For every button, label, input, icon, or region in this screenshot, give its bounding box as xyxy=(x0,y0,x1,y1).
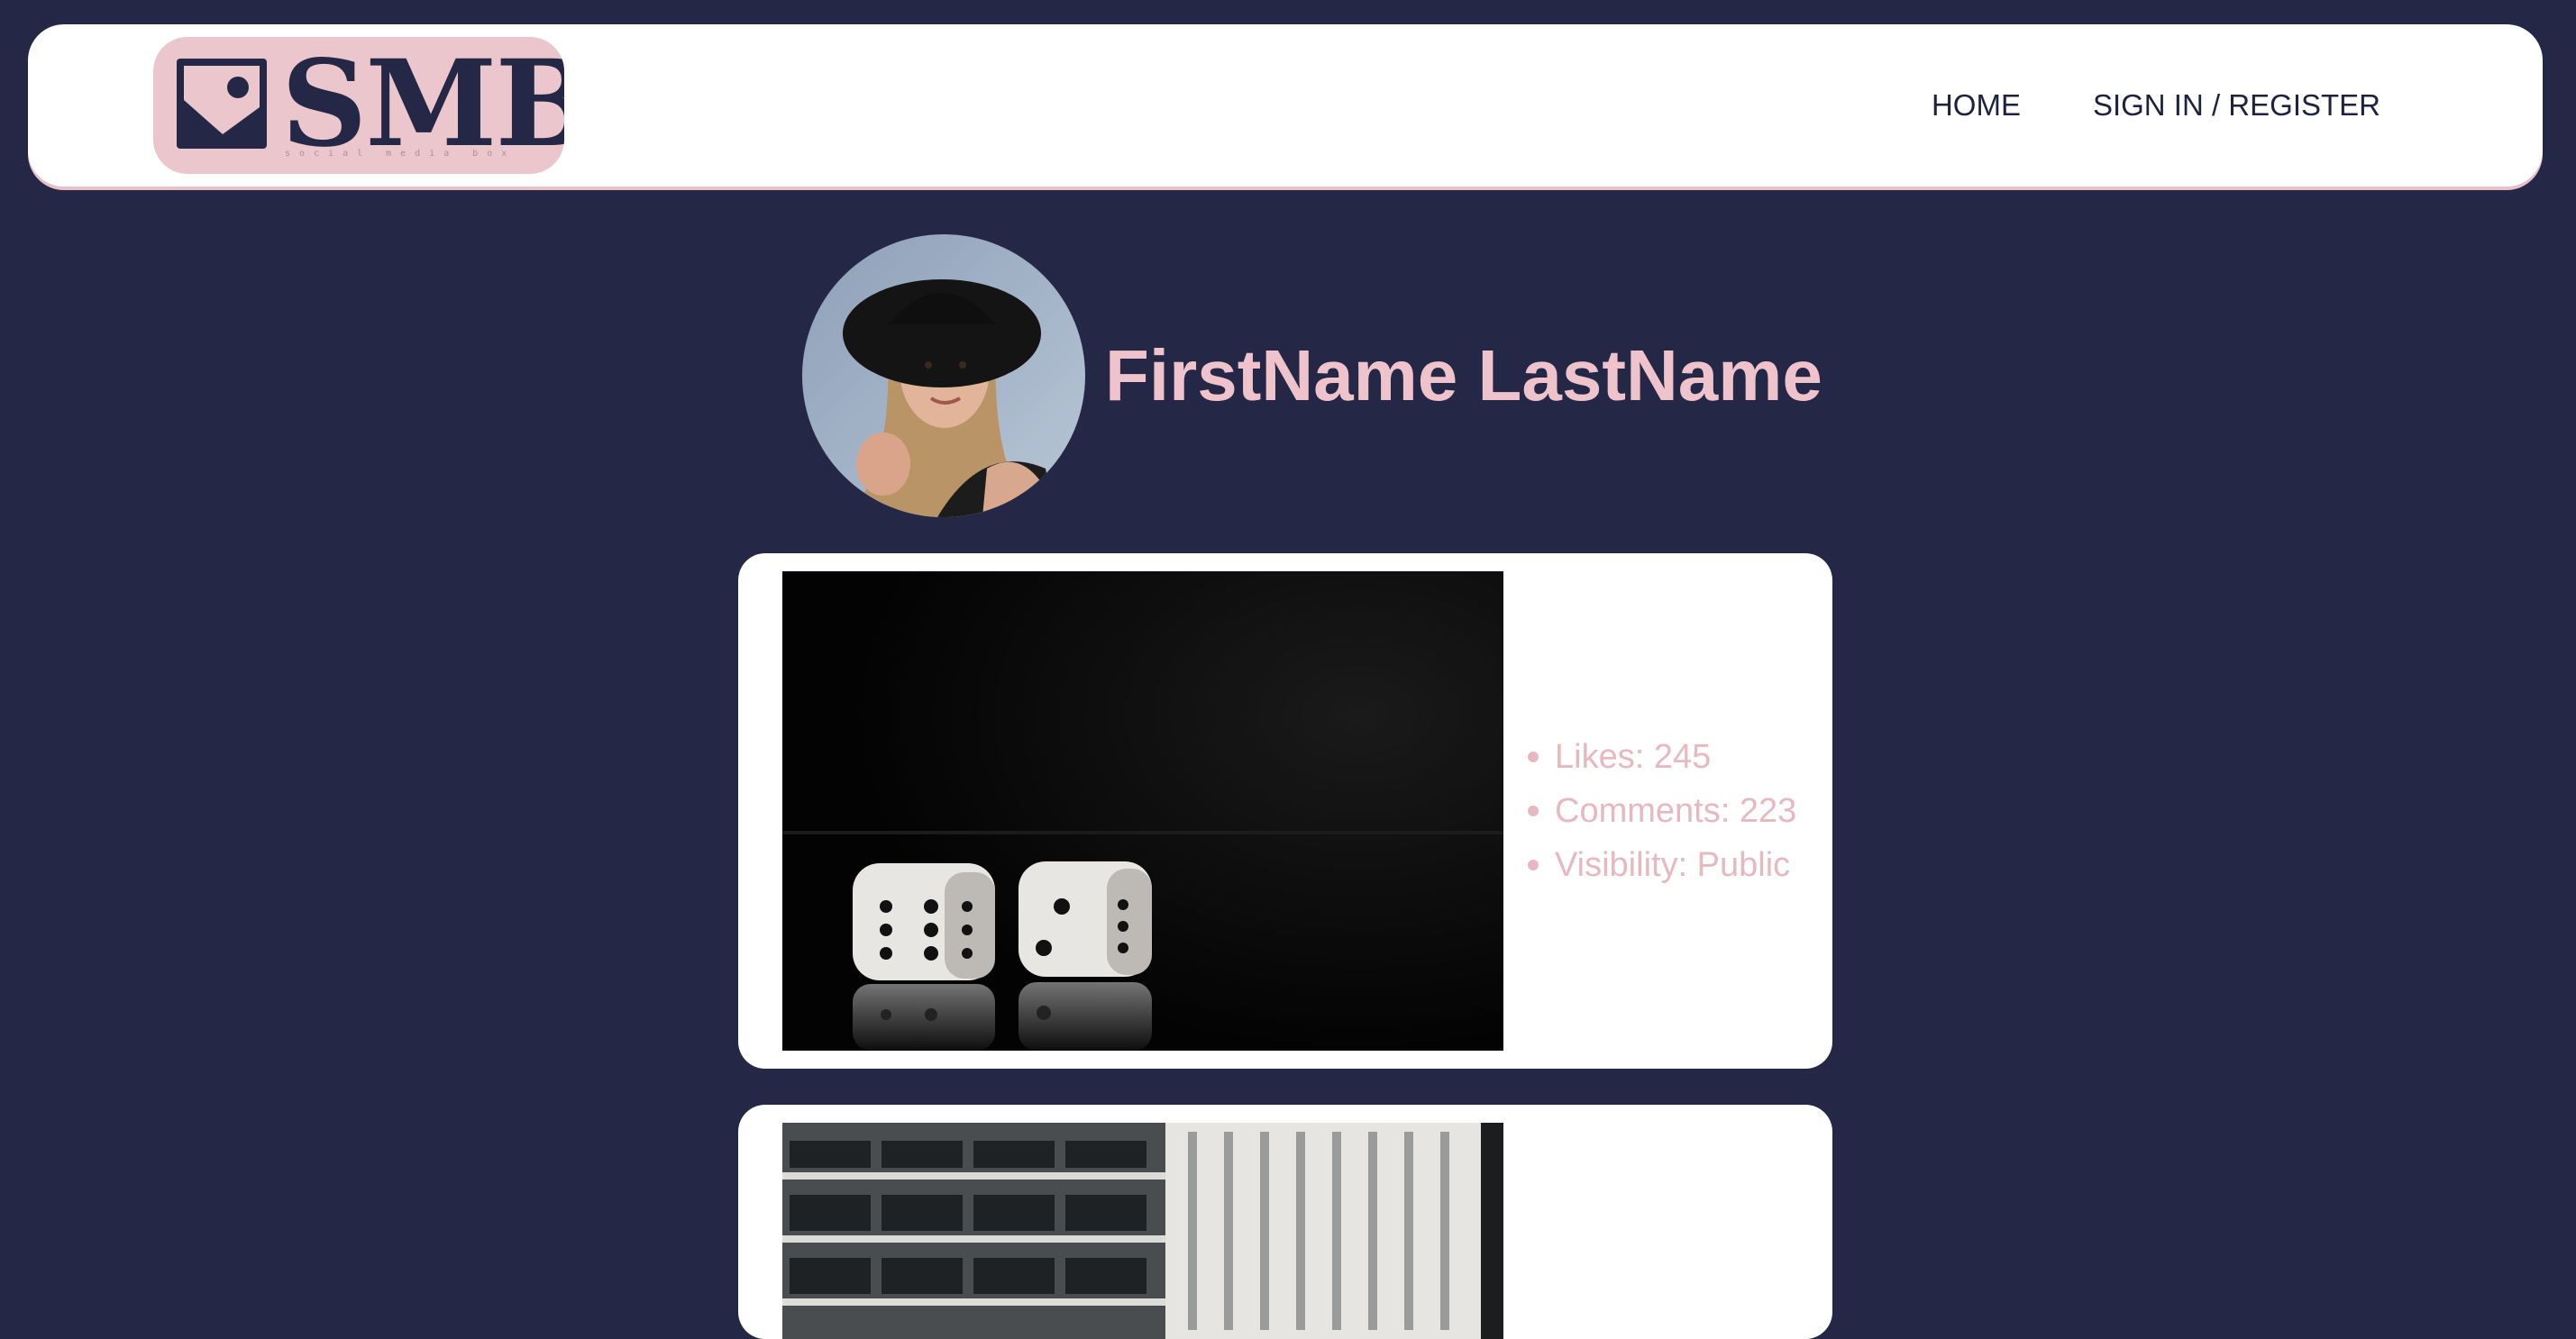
bullet-icon xyxy=(1528,751,1539,762)
post-image-dice xyxy=(782,571,1503,1051)
likes-count: Likes: 245 xyxy=(1528,730,1796,784)
visibility-status: Visibility: Public xyxy=(1528,838,1796,892)
nav-sign-in-register-link[interactable]: SIGN IN / REGISTER xyxy=(2093,88,2380,123)
avatar-image xyxy=(802,234,1085,517)
post-card[interactable]: Likes: 245 Comments: 223 Visibility: Pub… xyxy=(738,553,1832,1069)
post-image[interactable] xyxy=(782,571,1503,1051)
post-image-building xyxy=(782,1123,1503,1339)
profile-name: FirstName LastName xyxy=(1105,335,1822,415)
post-card[interactable] xyxy=(738,1105,1832,1339)
post-stats: Likes: 245 Comments: 223 Visibility: Pub… xyxy=(1528,553,1796,1069)
post-image[interactable] xyxy=(782,1123,1503,1339)
nav-home-link[interactable]: HOME xyxy=(1932,88,2021,123)
likes-count-text: Likes: 245 xyxy=(1555,738,1712,776)
comments-count: Comments: 223 xyxy=(1528,784,1796,838)
bullet-icon xyxy=(1528,806,1539,816)
logo-tagline: social media box xyxy=(285,149,516,159)
avatar xyxy=(802,234,1085,517)
profile-header: FirstName LastName xyxy=(802,234,1822,517)
navbar: SMB social media box HOME SIGN IN / REGI… xyxy=(28,24,2543,187)
comments-count-text: Comments: 223 xyxy=(1555,792,1797,830)
visibility-status-text: Visibility: Public xyxy=(1555,846,1791,884)
image-icon xyxy=(177,59,267,149)
logo[interactable]: SMB social media box xyxy=(153,37,564,174)
nav-links: HOME SIGN IN / REGISTER xyxy=(1932,24,2380,187)
bullet-icon xyxy=(1528,860,1539,870)
